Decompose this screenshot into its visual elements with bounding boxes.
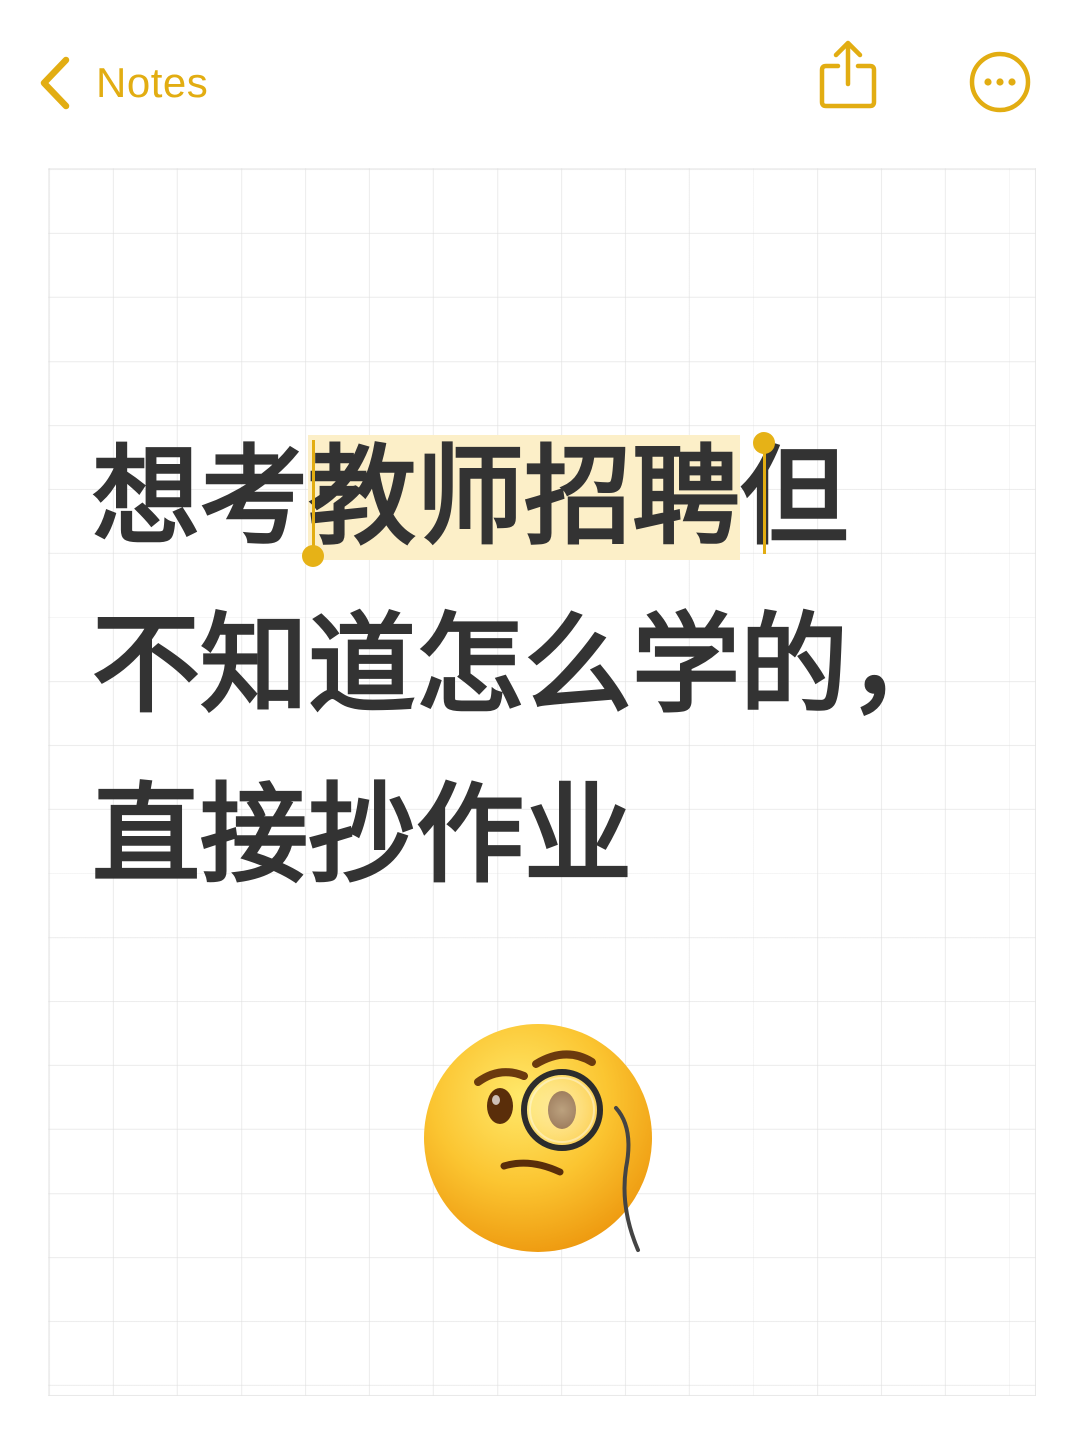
back-button[interactable]: Notes <box>36 50 208 116</box>
selection-start-caret <box>312 440 315 554</box>
selection-end-caret <box>763 440 766 554</box>
navigation-bar: Notes <box>0 0 1080 165</box>
selection-start-handle[interactable] <box>302 545 324 567</box>
back-button-label: Notes <box>96 59 209 106</box>
note-text-after-selection: 但 <box>740 435 849 560</box>
share-button[interactable] <box>818 38 878 112</box>
share-icon <box>818 40 878 116</box>
ellipsis-circle-icon <box>968 51 1032 118</box>
chevron-left-icon <box>36 55 72 111</box>
note-text-before-selection: 想考 <box>92 435 309 560</box>
note-line-2[interactable]: 不知道怎么学的， <box>92 606 956 726</box>
more-options-button[interactable] <box>968 50 1032 114</box>
note-line-1[interactable]: 想考教师招聘但 <box>92 435 849 560</box>
note-line-3[interactable]: 直接抄作业 <box>92 776 632 896</box>
face-with-monocle-emoji <box>420 1018 670 1268</box>
selection-end-handle[interactable] <box>753 432 775 454</box>
selected-text[interactable]: 教师招聘 <box>308 435 741 560</box>
